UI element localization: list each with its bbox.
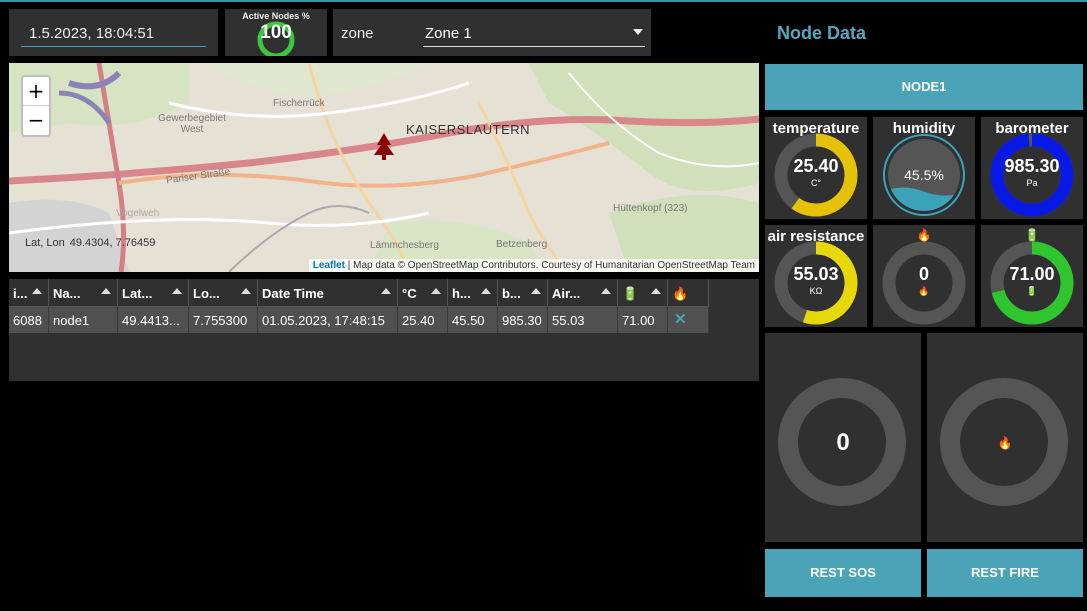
air-resistance-gauge-card: air resistance 55.03 KΩ	[765, 225, 867, 327]
chevron-down-icon[interactable]	[633, 29, 643, 35]
leaflet-link[interactable]: Leaflet	[313, 260, 345, 271]
gauge-unit: Pa	[1026, 178, 1038, 188]
map-place-label: Betzenberg	[496, 239, 548, 250]
gauge-value: 25.40	[793, 156, 839, 176]
attribution-text: | Map data © OpenStreetMap Contributors.…	[345, 260, 755, 271]
sort-asc-icon	[481, 288, 491, 294]
node-button[interactable]: NODE1	[765, 64, 1083, 110]
cell-temperature: 25.40	[398, 307, 448, 333]
zoom-control[interactable]: + −	[21, 75, 51, 137]
sos-value: 0	[836, 429, 850, 456]
column-header-lon[interactable]: Lo...	[189, 279, 258, 307]
column-header-barometer[interactable]: b...	[498, 279, 548, 307]
column-header-humidity[interactable]: h...	[448, 279, 498, 307]
fire-gauge-card: 🔥	[927, 333, 1083, 542]
cell-battery: 71.00	[618, 307, 668, 333]
sort-asc-icon	[531, 288, 541, 294]
battery-icon: 🔋	[622, 286, 639, 301]
latlon-value: 49.4304, 7.76459	[69, 237, 156, 249]
active-nodes-widget: Active Nodes % 100	[225, 9, 327, 56]
column-header-temperature[interactable]: °C	[398, 279, 448, 307]
sort-asc-icon	[431, 288, 441, 294]
gauge-unit: KΩ	[809, 286, 823, 296]
fire-gauge-card: 🔥 0 🔥	[873, 225, 975, 327]
humidity-gauge-card: humidity 45.5%	[873, 117, 975, 219]
gauge-title: 🔋	[1024, 228, 1040, 242]
table-header: i... Na... Lat... Lo... Date Time °C h..…	[9, 279, 709, 307]
column-header-id[interactable]: i...	[9, 279, 49, 307]
cell-humidity: 45.50	[448, 307, 498, 333]
column-header-fire[interactable]: 🔥	[668, 279, 709, 307]
map-place-label: Vogelweh	[116, 208, 160, 219]
cell-name: node1	[49, 307, 118, 333]
zoom-in-button[interactable]: +	[23, 77, 49, 106]
map-view[interactable]: + − Fischerrück Gewerbegebiet West Paris…	[9, 63, 759, 272]
gauge-title: 🔥	[916, 228, 932, 242]
page-title: Node Data	[777, 23, 867, 43]
sort-asc-icon	[651, 288, 661, 294]
latlon-readout: Lat, Lon 49.4304, 7.76459	[25, 237, 155, 249]
gauge-value: 45.5%	[904, 167, 944, 183]
cell-lat: 49.4413...	[118, 307, 189, 333]
datetime-value: 1.5.2023, 18:04:51	[29, 25, 155, 42]
sort-asc-icon	[101, 288, 111, 294]
map-place-label: Fischerrück	[273, 98, 325, 109]
cell-id: 6088	[9, 307, 49, 333]
battery-gauge-card: 🔋 71.00 🔋	[981, 225, 1083, 327]
temperature-gauge-card: temperature 25.40 C°	[765, 117, 867, 219]
node-table: i... Na... Lat... Lo... Date Time °C h..…	[9, 279, 759, 381]
gauge-value: 985.30	[1004, 156, 1060, 176]
top-accent-line	[0, 0, 1087, 2]
fire-icon: 🔥	[997, 436, 1013, 450]
map-city-label: KAISERSLAUTERN	[406, 122, 531, 137]
column-header-name[interactable]: Na...	[49, 279, 118, 307]
rest-sos-button[interactable]: REST SOS	[765, 549, 921, 597]
gauge-unit: C°	[810, 178, 822, 188]
cell-datetime: 01.05.2023, 17:48:15	[258, 307, 398, 333]
column-header-battery[interactable]: 🔋	[618, 279, 668, 307]
zone-underline	[423, 46, 645, 47]
zone-selector[interactable]: zone Zone 1	[333, 9, 651, 56]
cell-barometer: 985.30	[498, 307, 548, 333]
gauge-value: 71.00	[1009, 264, 1055, 284]
fire-icon: 🔥	[672, 286, 689, 301]
cell-lon: 7.755300	[189, 307, 258, 333]
gauge-value: 0	[918, 264, 929, 284]
zone-label: zone	[341, 25, 374, 42]
table-row[interactable]: 6088 node1 49.4413... 7.755300 01.05.202…	[9, 307, 709, 333]
datetime-field[interactable]: 1.5.2023, 18:04:51	[9, 9, 218, 56]
sort-asc-icon	[32, 288, 42, 294]
column-header-datetime[interactable]: Date Time	[258, 279, 398, 307]
zoom-out-button[interactable]: −	[23, 106, 49, 135]
gauge-unit: 🔥	[918, 286, 930, 296]
sort-asc-icon	[381, 288, 391, 294]
column-header-lat[interactable]: Lat...	[118, 279, 189, 307]
zone-select-value[interactable]: Zone 1	[425, 25, 472, 42]
active-nodes-value: 100	[260, 22, 292, 43]
rest-fire-button[interactable]: REST FIRE	[927, 549, 1083, 597]
cell-air: 55.03	[548, 307, 618, 333]
map-place-label: Lämmchesberg	[370, 240, 439, 251]
datetime-underline	[21, 46, 206, 47]
latlon-label: Lat, Lon	[25, 237, 65, 249]
map-attribution: Leaflet | Map data © OpenStreetMap Contr…	[308, 259, 759, 272]
column-header-air[interactable]: Air...	[548, 279, 618, 307]
map-place-label: Hüttenkopf (323)	[613, 203, 688, 214]
barometer-gauge-card: barometer 985.30 Pa	[981, 117, 1083, 219]
sort-asc-icon	[601, 288, 611, 294]
sort-asc-icon	[241, 288, 251, 294]
sos-gauge-card: 0	[765, 333, 921, 542]
gauge-value: 55.03	[793, 264, 839, 284]
sort-asc-icon	[172, 288, 182, 294]
gauge-unit: 🔋	[1026, 286, 1038, 296]
close-icon[interactable]: ✕	[668, 307, 709, 333]
map-place-label: Gewerbegebiet West	[158, 113, 226, 135]
